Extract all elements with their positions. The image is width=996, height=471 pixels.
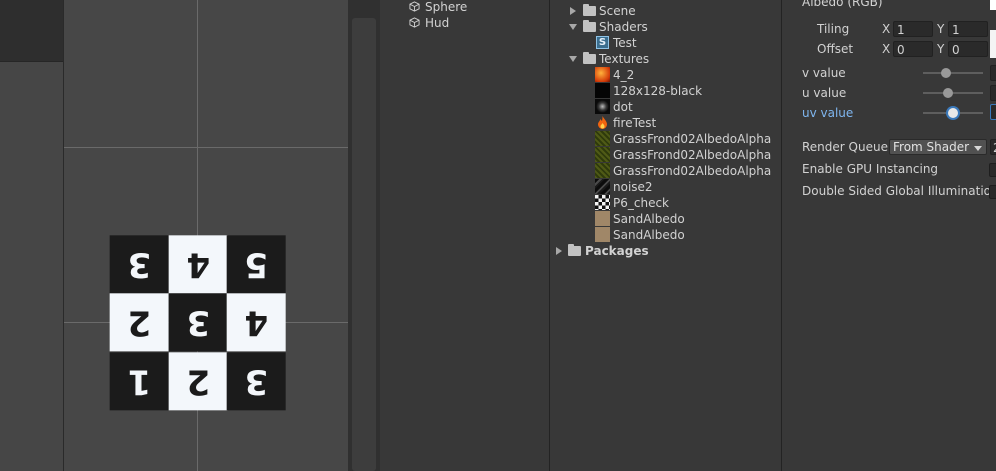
tiling-y-input[interactable]: 1 bbox=[948, 21, 988, 37]
project-item-texture[interactable]: GrassFrond02AlbedoAlpha bbox=[613, 163, 771, 179]
u-value-label: u value bbox=[802, 86, 847, 100]
project-item-shaders[interactable]: Shaders bbox=[599, 19, 648, 35]
texture-thumbnail-icon bbox=[595, 163, 610, 178]
checker-cell: 3 bbox=[227, 351, 286, 410]
double-sided-gi-label: Double Sided Global Illumination bbox=[802, 184, 996, 198]
texture-thumbnail-icon bbox=[595, 195, 610, 210]
texture-thumbnail-icon bbox=[595, 67, 610, 82]
albedo-label: Albedo (RGB) bbox=[802, 0, 883, 9]
texture-thumbnail-icon bbox=[595, 227, 610, 242]
hierarchy-panel: Sphere Hud bbox=[381, 0, 550, 471]
project-item-packages[interactable]: Packages bbox=[585, 243, 649, 259]
tiling-x-label: X bbox=[882, 22, 891, 36]
project-item-texture[interactable]: fireTest bbox=[613, 115, 656, 131]
v-value-slider-track[interactable] bbox=[923, 72, 983, 74]
scrollbar-thumb[interactable] bbox=[352, 18, 376, 471]
inspector-panel: Albedo (RGB) Tiling X 1 Y 1 Offset X 0 Y… bbox=[782, 0, 996, 471]
offset-x-label: X bbox=[882, 42, 891, 56]
double-sided-gi-checkbox[interactable] bbox=[989, 185, 996, 199]
collapse-arrow-icon[interactable] bbox=[569, 56, 577, 62]
u-value-slider-track[interactable] bbox=[923, 92, 983, 94]
render-queue-label: Render Queue bbox=[802, 140, 888, 154]
v-value-input[interactable] bbox=[990, 65, 996, 81]
offset-y-input[interactable]: 0 bbox=[948, 41, 988, 57]
texture-thumbnail-icon bbox=[595, 83, 610, 98]
cube-icon bbox=[409, 1, 420, 12]
offset-x-input[interactable]: 0 bbox=[893, 41, 933, 57]
cube-icon bbox=[409, 17, 420, 28]
texture-thumbnail-icon bbox=[595, 147, 610, 162]
project-item-texture[interactable]: SandAlbedo bbox=[613, 227, 685, 243]
project-panel: Scene Shaders S Test Textures 4_2 128x12… bbox=[551, 0, 782, 471]
uv-value-label: uv value bbox=[802, 106, 854, 120]
project-item-scene[interactable]: Scene bbox=[599, 3, 636, 19]
texture-thumbnail-icon bbox=[595, 99, 610, 114]
checker-cell: 1 bbox=[110, 351, 169, 410]
gpu-instancing-label: Enable GPU Instancing bbox=[802, 162, 939, 176]
offset-label: Offset bbox=[817, 42, 854, 56]
tiling-x-input[interactable]: 1 bbox=[893, 21, 933, 37]
folder-open-icon bbox=[583, 52, 596, 64]
checker-cell: 5 bbox=[227, 235, 286, 294]
project-item-texture[interactable]: GrassFrond02AlbedoAlpha bbox=[613, 147, 771, 163]
project-item-texture[interactable]: GrassFrond02AlbedoAlpha bbox=[613, 131, 771, 147]
hierarchy-item-label: Sphere bbox=[425, 0, 468, 14]
texture-thumbnail-icon bbox=[595, 179, 610, 194]
scene-side-panel bbox=[0, 0, 63, 471]
u-value-input[interactable] bbox=[990, 85, 996, 101]
hierarchy-item-label: Hud bbox=[425, 16, 450, 30]
uv-value-slider-handle[interactable] bbox=[948, 108, 958, 118]
v-value-slider-handle[interactable] bbox=[941, 68, 951, 78]
collapse-arrow-icon[interactable] bbox=[569, 24, 577, 30]
folder-icon bbox=[568, 244, 581, 256]
flame-icon bbox=[595, 115, 610, 130]
texture-thumbnail-icon bbox=[595, 131, 610, 146]
project-item-texture[interactable]: P6_check bbox=[613, 195, 669, 211]
project-item-test[interactable]: Test bbox=[613, 35, 637, 51]
texture-thumbnail-icon bbox=[595, 211, 610, 226]
tiling-label: Tiling bbox=[817, 22, 850, 36]
project-item-texture[interactable]: dot bbox=[613, 99, 633, 115]
offset-y-label: Y bbox=[937, 42, 945, 56]
v-value-label: v value bbox=[802, 66, 846, 80]
checker-cell: 4 bbox=[227, 293, 286, 352]
tiling-y-label: Y bbox=[937, 22, 945, 36]
checker-cell: 3 bbox=[168, 293, 228, 352]
render-queue-value: From Shader bbox=[893, 140, 970, 154]
project-item-texture[interactable]: 4_2 bbox=[613, 67, 634, 83]
render-queue-number-input[interactable]: 2 bbox=[990, 139, 996, 155]
shader-icon: S bbox=[596, 36, 609, 49]
chevron-down-icon bbox=[974, 146, 982, 151]
hierarchy-item-sphere[interactable]: Sphere bbox=[409, 0, 467, 15]
project-item-textures[interactable]: Textures bbox=[599, 51, 649, 67]
project-item-texture[interactable]: 128x128-black bbox=[613, 83, 702, 99]
render-queue-dropdown[interactable]: From Shader bbox=[889, 139, 987, 155]
scene-toolbar-area bbox=[0, 0, 63, 62]
folder-open-icon bbox=[583, 20, 596, 32]
grid-line bbox=[64, 147, 348, 148]
checker-cell: 2 bbox=[168, 351, 228, 410]
expand-arrow-icon[interactable] bbox=[570, 7, 576, 15]
project-item-texture[interactable]: noise2 bbox=[613, 179, 653, 195]
texture-slot-frame[interactable] bbox=[990, 30, 996, 58]
project-item-texture[interactable]: SandAlbedo bbox=[613, 211, 685, 227]
checker-cell: 4 bbox=[168, 235, 228, 294]
albedo-texture-swatch[interactable] bbox=[990, 0, 996, 10]
expand-arrow-icon[interactable] bbox=[556, 247, 562, 255]
checker-cell: 3 bbox=[110, 235, 169, 294]
gpu-instancing-checkbox[interactable] bbox=[989, 163, 996, 177]
checker-texture-quad[interactable]: 3 4 5 2 3 4 1 2 3 bbox=[110, 235, 286, 410]
hierarchy-item-hud[interactable]: Hud bbox=[409, 15, 449, 31]
uv-value-input[interactable] bbox=[990, 104, 996, 120]
checker-cell: 2 bbox=[110, 293, 169, 352]
scene-view[interactable]: 3 4 5 2 3 4 1 2 3 bbox=[63, 0, 349, 471]
folder-icon bbox=[583, 4, 596, 16]
u-value-slider-handle[interactable] bbox=[943, 88, 953, 98]
